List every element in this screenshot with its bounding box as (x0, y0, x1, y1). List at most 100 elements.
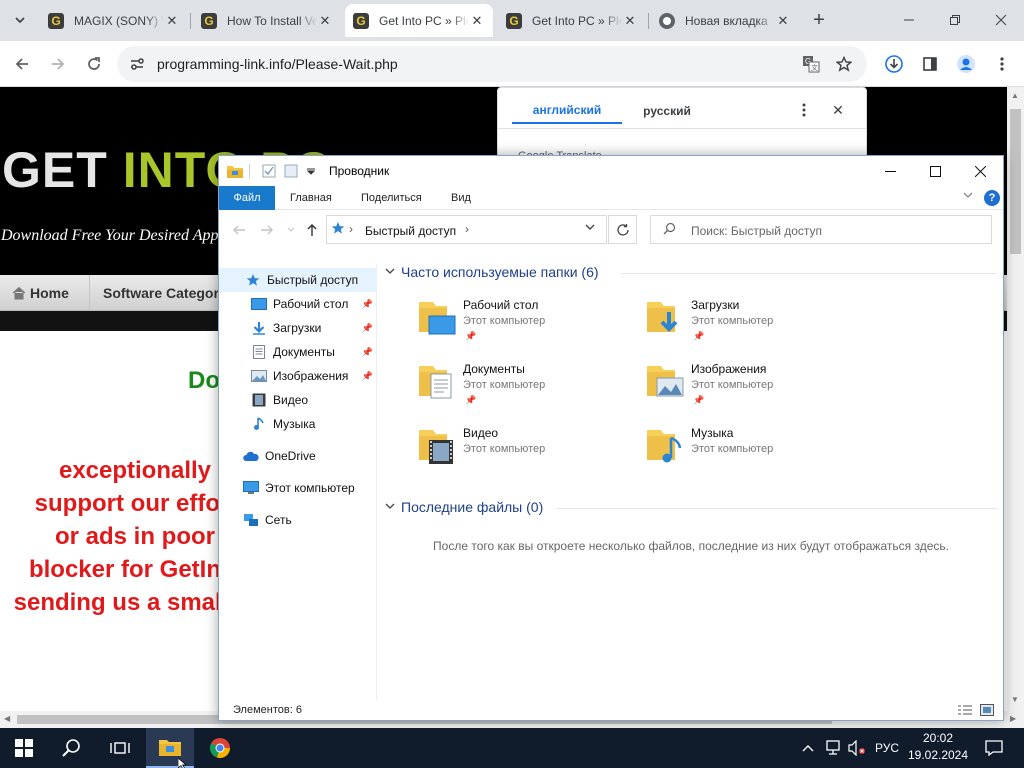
translate-icon[interactable]: G文 (797, 50, 825, 78)
address-separator-icon[interactable]: › (349, 222, 353, 236)
scroll-down-arrow-icon[interactable]: ▼ (1011, 695, 1019, 704)
ribbon-tab-share[interactable]: Поделиться (347, 186, 436, 210)
folder-tile-videos[interactable]: Видео Этот компьютер (417, 426, 637, 484)
explorer-app-icon[interactable] (227, 163, 243, 179)
close-window-button[interactable] (978, 0, 1024, 40)
page-vertical-scrollbar[interactable]: ▲ ▼ (1007, 87, 1024, 711)
input-language-indicator[interactable]: РУС (870, 728, 904, 768)
start-button[interactable] (0, 728, 48, 768)
network-status-icon[interactable] (822, 728, 844, 768)
nav-desktop[interactable]: Рабочий стол 📌 (219, 292, 377, 316)
close-tab-icon[interactable]: ✕ (775, 13, 791, 29)
scroll-left-arrow-icon[interactable]: ◀ (4, 714, 10, 723)
site-info-icon[interactable] (125, 52, 149, 76)
translate-tab-source[interactable]: английский (512, 98, 622, 124)
side-panel-icon[interactable] (916, 50, 944, 78)
large-icons-view-icon[interactable] (979, 702, 995, 718)
explorer-close-button[interactable] (957, 156, 1003, 186)
nav-music[interactable]: Музыка (219, 412, 377, 436)
nav-pictures[interactable]: Изображения 📌 (219, 364, 377, 388)
help-icon[interactable]: ? (984, 190, 1000, 206)
notifications-icon[interactable] (976, 728, 1012, 768)
details-view-icon[interactable] (957, 702, 973, 718)
browser-menu-icon[interactable] (988, 50, 1016, 78)
nav-home[interactable]: Home (0, 275, 90, 311)
nav-documents[interactable]: Документы 📌 (219, 340, 377, 364)
downloads-icon[interactable] (880, 50, 908, 78)
nav-item-label: Видео (273, 393, 309, 407)
close-tab-icon[interactable]: ✕ (317, 13, 333, 29)
scroll-up-arrow-icon[interactable]: ▲ (1011, 91, 1019, 100)
restore-window-button[interactable] (932, 0, 978, 40)
show-hidden-icons-chevron-icon[interactable] (798, 728, 818, 768)
explorer-address-bar[interactable]: › Быстрый доступ › (326, 215, 607, 244)
taskbar-chrome[interactable] (196, 728, 244, 768)
bookmark-star-icon[interactable] (830, 50, 858, 78)
search-button[interactable] (48, 728, 96, 768)
explorer-back-icon[interactable] (229, 220, 249, 240)
translate-close-icon[interactable]: ✕ (828, 100, 848, 120)
ribbon-tab-view[interactable]: Вид (437, 186, 485, 210)
task-view-button[interactable] (96, 728, 144, 768)
nav-this-pc[interactable]: Этот компьютер (219, 476, 377, 500)
profile-avatar-icon[interactable] (952, 50, 980, 78)
url-text[interactable]: programming-link.info/Please-Wait.php (157, 56, 398, 72)
minimize-window-button[interactable] (886, 0, 932, 40)
folder-tile-documents[interactable]: Документы Этот компьютер 📌 (417, 362, 637, 420)
address-dropdown-icon[interactable] (585, 222, 595, 234)
folder-tile-downloads[interactable]: Загрузки Этот компьютер 📌 (645, 298, 865, 356)
folder-tile-pictures[interactable]: Изображения Этот компьютер 📌 (645, 362, 865, 420)
address-separator-icon[interactable]: › (465, 222, 469, 236)
folder-tile-music[interactable]: Музыка Этот компьютер (645, 426, 865, 484)
section-divider (621, 273, 997, 274)
close-tab-icon[interactable]: ✕ (469, 13, 485, 29)
nav-network[interactable]: Сеть (219, 508, 377, 532)
explorer-maximize-button[interactable] (912, 156, 958, 186)
new-folder-icon[interactable] (283, 163, 299, 179)
browser-tab[interactable]: Новая вкладка ✕ (651, 4, 799, 37)
explorer-up-icon[interactable] (302, 220, 322, 240)
ribbon-tab-home[interactable]: Главная (276, 186, 346, 210)
frequent-folders-header[interactable]: Часто используемые папки (6) (385, 264, 599, 280)
explorer-title-bar[interactable]: Проводник (219, 156, 1003, 186)
title-divider (249, 164, 250, 178)
close-tab-icon[interactable]: ✕ (622, 13, 638, 29)
volume-muted-icon[interactable] (846, 728, 868, 768)
ribbon-expand-chevron-icon[interactable] (963, 190, 973, 202)
browser-tab[interactable]: G MAGIX (SONY) Vegas ✕ (40, 4, 188, 37)
nav-downloads[interactable]: Загрузки 📌 (219, 316, 377, 340)
address-bar[interactable]: programming-link.info/Please-Wait.php G文 (117, 46, 867, 82)
task-view-icon (110, 742, 130, 754)
properties-icon[interactable] (261, 163, 277, 179)
explorer-minimize-button[interactable] (867, 156, 913, 186)
recent-files-header[interactable]: Последние файлы (0) (385, 499, 543, 515)
explorer-refresh-button[interactable] (608, 215, 637, 244)
tab-search-dropdown-icon[interactable] (8, 8, 32, 32)
forward-button[interactable] (44, 50, 72, 78)
back-button[interactable] (8, 50, 36, 78)
folder-tile-desktop[interactable]: Рабочий стол Этот компьютер 📌 (417, 298, 637, 356)
explorer-status-bar: Элементов: 6 (219, 700, 1003, 720)
browser-tab[interactable]: G Get Into PC » Please Wait ✕ (498, 4, 646, 37)
getintopc-favicon-icon: G (353, 12, 369, 29)
taskbar-clock[interactable]: 20:02 19.02.2024 (906, 730, 970, 766)
close-tab-icon[interactable]: ✕ (164, 13, 180, 29)
new-tab-button[interactable]: + (807, 8, 831, 32)
browser-tab-active[interactable]: G Get Into PC » Please Wait ✕ (345, 4, 493, 37)
ribbon-tab-file[interactable]: Файл (219, 186, 275, 210)
nav-videos[interactable]: Видео (219, 388, 377, 412)
vertical-scroll-thumb[interactable] (1010, 109, 1021, 254)
browser-tab[interactable]: G How To Install Vegas ✕ (193, 4, 341, 37)
nav-quick-access[interactable]: Быстрый доступ (219, 268, 377, 292)
translate-options-icon[interactable] (798, 100, 810, 120)
quick-access-dropdown-icon[interactable] (303, 163, 319, 179)
reload-button[interactable] (80, 50, 108, 78)
music-folder-icon (647, 430, 682, 463)
recent-locations-chevron-icon[interactable] (281, 220, 301, 240)
address-breadcrumb[interactable]: Быстрый доступ (365, 224, 456, 238)
translate-tab-target[interactable]: русский (622, 98, 712, 124)
nav-onedrive[interactable]: OneDrive (219, 444, 377, 468)
explorer-search-box[interactable]: Поиск: Быстрый доступ (650, 215, 992, 244)
explorer-forward-icon[interactable] (257, 220, 277, 240)
scroll-right-arrow-icon[interactable]: ▶ (1010, 714, 1016, 723)
